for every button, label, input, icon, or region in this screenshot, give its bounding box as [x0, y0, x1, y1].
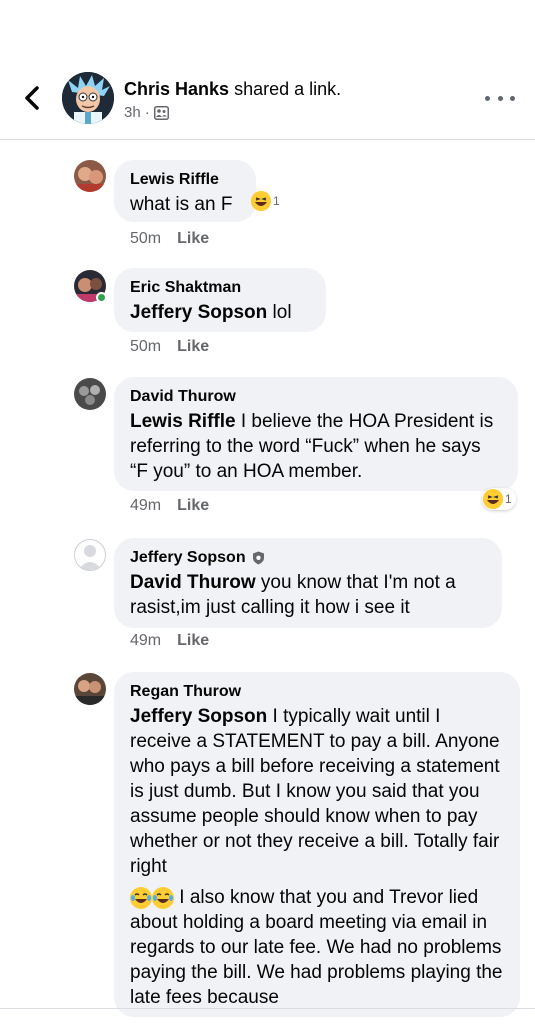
- comment-time[interactable]: 50m: [130, 338, 161, 356]
- post-author-name[interactable]: Chris Hanks: [124, 79, 229, 99]
- reaction-count: 1: [273, 194, 280, 208]
- comment-text: what is an F: [130, 194, 233, 215]
- comment-author[interactable]: Lewis Riffle: [130, 170, 240, 190]
- comment-text-continued: I also know that you and Trevor lied abo…: [130, 885, 504, 1010]
- comment-actions: 50m Like: [130, 230, 209, 248]
- meta-separator: ·: [144, 104, 150, 121]
- comment-bubble[interactable]: David Thurow Lewis Riffle I believe the …: [114, 377, 518, 491]
- author-name[interactable]: Jeffery Sopson: [130, 548, 246, 568]
- back-button[interactable]: [18, 82, 46, 114]
- mention-link[interactable]: Jeffery Sopson: [130, 302, 267, 323]
- laughing-emoji-icon: [483, 489, 503, 509]
- comment-body: I typically wait until I receive a STATE…: [130, 706, 500, 877]
- reaction-summary[interactable]: 1: [482, 488, 516, 510]
- dot-icon: [497, 95, 503, 101]
- like-button[interactable]: Like: [177, 338, 209, 356]
- avatar[interactable]: [74, 378, 106, 410]
- comment-text: Jeffery Sopson lol: [130, 300, 310, 325]
- chevron-left-icon: [25, 86, 39, 110]
- comment-text: Jeffery Sopson I typically wait until I …: [130, 704, 504, 879]
- shield-icon: [252, 551, 264, 565]
- more-options-button[interactable]: [485, 88, 515, 108]
- dot-icon: [510, 95, 515, 101]
- comment-bubble[interactable]: Eric Shaktman Jeffery Sopson lol: [114, 268, 326, 332]
- bottom-divider: [0, 1008, 535, 1009]
- avatar[interactable]: [74, 539, 106, 571]
- online-status-icon: [96, 292, 107, 303]
- mention-link[interactable]: David Thurow: [130, 572, 256, 593]
- avatar[interactable]: [74, 673, 106, 705]
- comment-author[interactable]: Regan Thurow: [130, 682, 504, 702]
- comment-actions: 49m Like: [130, 497, 209, 515]
- post-header: Chris Hanks shared a link. 3h ·: [0, 0, 535, 140]
- author-avatar[interactable]: [62, 72, 114, 124]
- avatar[interactable]: [74, 270, 107, 303]
- like-button[interactable]: Like: [177, 632, 209, 650]
- avatar[interactable]: [74, 160, 106, 192]
- laughing-emoji-icon: [251, 191, 271, 211]
- post-title: Chris Hanks shared a link.: [124, 78, 341, 100]
- comment-text: Lewis Riffle I believe the HOA President…: [130, 409, 502, 484]
- post-action: shared a link.: [234, 79, 342, 99]
- post-time[interactable]: 3h: [124, 104, 141, 121]
- comment-time[interactable]: 50m: [130, 230, 161, 248]
- comment-bubble[interactable]: Regan Thurow Jeffery Sopson I typically …: [114, 672, 520, 1017]
- comment-actions: 49m Like: [130, 632, 209, 650]
- comment-body: lol: [267, 302, 292, 323]
- comment-bubble[interactable]: Jeffery Sopson David Thurow you know tha…: [114, 538, 502, 628]
- comment-bubble[interactable]: Lewis Riffle what is an F: [114, 160, 256, 222]
- tears-of-joy-emoji-icon: [130, 886, 152, 909]
- comment-time[interactable]: 49m: [130, 632, 161, 650]
- reaction-summary[interactable]: 1: [250, 190, 284, 212]
- mention-link[interactable]: Jeffery Sopson: [130, 706, 267, 727]
- friends-icon: [153, 105, 169, 120]
- mention-link[interactable]: Lewis Riffle: [130, 411, 236, 432]
- comment-author[interactable]: David Thurow: [130, 387, 502, 407]
- comment-author[interactable]: Eric Shaktman: [130, 278, 310, 298]
- like-button[interactable]: Like: [177, 497, 209, 515]
- post-meta: 3h ·: [124, 104, 169, 121]
- reaction-count: 1: [505, 492, 512, 506]
- like-button[interactable]: Like: [177, 230, 209, 248]
- comment-text: David Thurow you know that I'm not a ras…: [130, 570, 486, 620]
- comment-author[interactable]: Jeffery Sopson: [130, 548, 486, 568]
- comment-actions: 50m Like: [130, 338, 209, 356]
- comment-time[interactable]: 49m: [130, 497, 161, 515]
- comment-body-continued: I also know that you and Trevor lied abo…: [130, 887, 503, 1008]
- dot-icon: [485, 95, 490, 101]
- tears-of-joy-emoji-icon: [152, 886, 174, 909]
